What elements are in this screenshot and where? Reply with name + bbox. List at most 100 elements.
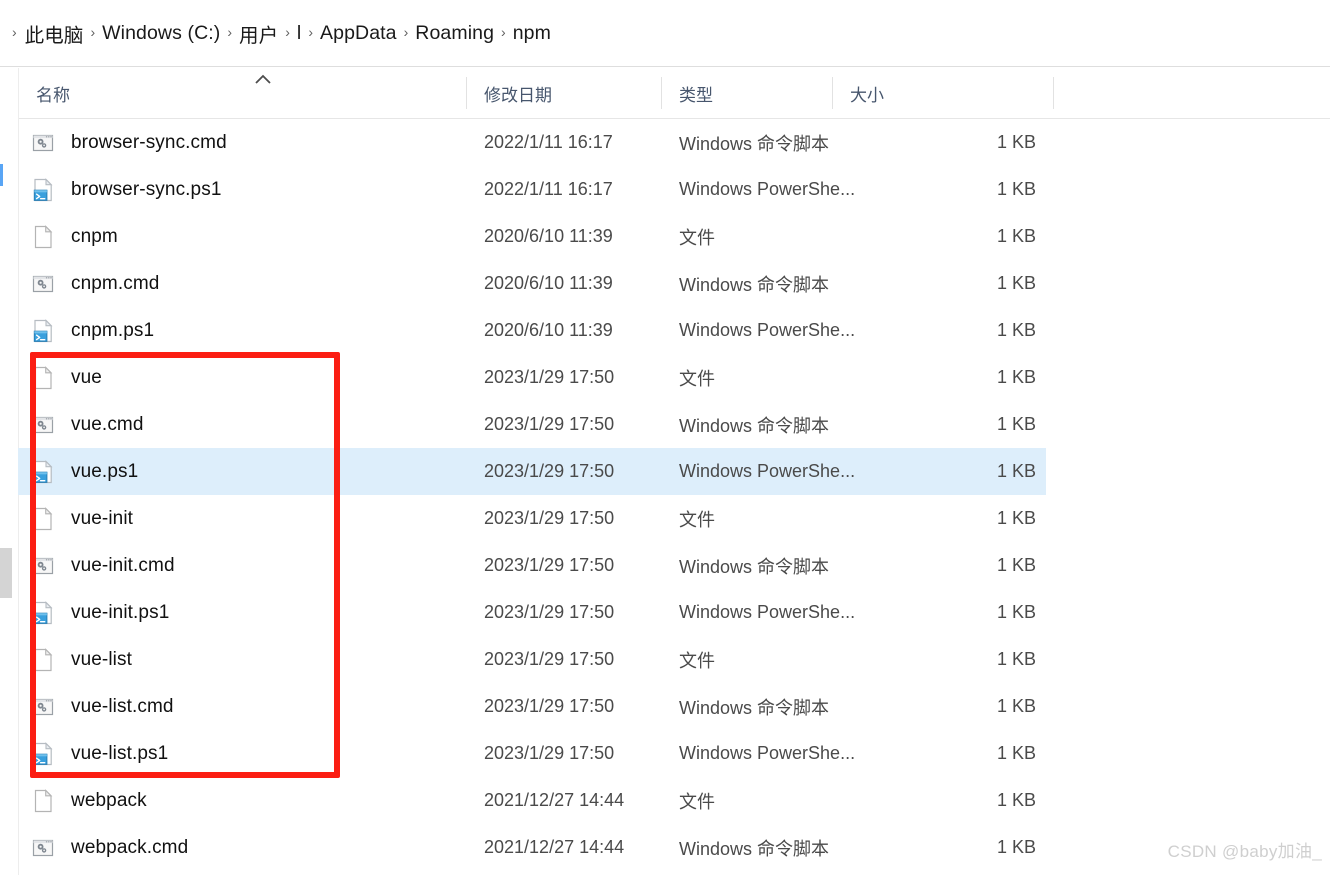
- nav-pane-selection-indicator: [0, 164, 3, 186]
- file-size-cell: 1 KB: [996, 414, 1036, 434]
- file-size-cell: 1 KB: [996, 696, 1036, 716]
- file-name-cell[interactable]: cnpm: [30, 213, 118, 260]
- column-header-name[interactable]: 名称: [18, 68, 466, 118]
- file-row[interactable]: vue.ps1 2023/1/29 17:50 Windows PowerShe..…: [18, 448, 1046, 495]
- powershell-script-icon: [30, 600, 56, 626]
- file-type-cell: Windows PowerShe...: [679, 602, 856, 622]
- file-type-cell: Windows 命令脚本: [679, 838, 830, 859]
- breadcrumb-item[interactable]: Roaming: [415, 22, 494, 45]
- generic-file-icon: [30, 506, 56, 532]
- file-row[interactable]: vue-list.ps1 2023/1/29 17:50 Windows Power…: [18, 730, 1046, 777]
- breadcrumb-item[interactable]: Windows (C:): [102, 22, 220, 45]
- column-header-type[interactable]: 类型: [661, 68, 832, 118]
- breadcrumb-item[interactable]: 此电脑: [25, 19, 84, 48]
- file-date-cell: 2020/6/10 11:39: [484, 273, 613, 293]
- file-date-cell: 2021/12/27 14:44: [484, 790, 625, 810]
- breadcrumb-item[interactable]: npm: [513, 22, 551, 45]
- file-name-cell[interactable]: cnpm.cmd: [30, 260, 159, 307]
- breadcrumb-separator[interactable]: ›: [494, 24, 513, 40]
- file-name-cell[interactable]: vue-init: [30, 495, 133, 542]
- column-header-size[interactable]: 大小: [832, 68, 1053, 118]
- file-name-label: vue-init: [71, 507, 134, 529]
- file-row[interactable]: vue-init.cmd 2023/1/29 17:50 Windows 命令脚本 1…: [18, 542, 1046, 589]
- file-date-cell: 2022/1/11 16:17: [484, 132, 613, 152]
- file-row[interactable]: browser-sync.ps1 2022/1/11 16:17 Windows P…: [18, 166, 1046, 213]
- column-header-date-modified[interactable]: 修改日期: [466, 68, 661, 118]
- column-header-date-label: 修改日期: [484, 85, 552, 105]
- file-name-cell[interactable]: browser-sync.ps1: [30, 166, 221, 213]
- file-name-label: vue-init.ps1: [71, 601, 170, 623]
- column-divider: [661, 77, 662, 109]
- file-name-cell[interactable]: vue-list.ps1: [30, 730, 168, 777]
- file-name-cell[interactable]: vue-init.ps1: [30, 589, 169, 636]
- column-divider: [466, 77, 467, 109]
- file-type-cell: Windows 命令脚本: [679, 133, 830, 154]
- file-row[interactable]: cnpm 2020/6/10 11:39 文件 1 KB: [18, 213, 1046, 260]
- file-list[interactable]: browser-sync.cmd 2022/1/11 16:17 Windows 命…: [18, 119, 1330, 875]
- cmd-script-icon: [30, 130, 56, 156]
- file-type-cell: Windows PowerShe...: [679, 320, 856, 340]
- file-row[interactable]: vue-init.ps1 2023/1/29 17:50 Windows Power…: [18, 589, 1046, 636]
- file-name-cell[interactable]: browser-sync.cmd: [30, 119, 227, 166]
- file-type-cell: 文件: [679, 368, 715, 389]
- file-name-cell[interactable]: vue-list: [30, 636, 132, 683]
- breadcrumb-item[interactable]: AppData: [320, 22, 397, 45]
- generic-file-icon: [30, 365, 56, 391]
- column-header-endcap: [1053, 68, 1054, 118]
- file-row[interactable]: cnpm.ps1 2020/6/10 11:39 Windows PowerShe.…: [18, 307, 1046, 354]
- file-date-cell: 2023/1/29 17:50: [484, 696, 615, 716]
- breadcrumb-separator[interactable]: ›: [278, 24, 297, 40]
- file-row[interactable]: vue-list 2023/1/29 17:50 文件 1 KB: [18, 636, 1046, 683]
- breadcrumb-separator[interactable]: ›: [83, 24, 102, 40]
- file-name-cell[interactable]: webpack: [30, 777, 147, 824]
- file-name-label: cnpm.ps1: [71, 319, 155, 341]
- file-name-cell[interactable]: vue-init.cmd: [30, 542, 175, 589]
- file-name-label: cnpm: [71, 225, 118, 247]
- file-name-cell[interactable]: vue.cmd: [30, 401, 144, 448]
- file-size-cell: 1 KB: [996, 743, 1036, 763]
- file-size-cell: 1 KB: [996, 790, 1036, 810]
- file-type-cell: 文件: [679, 509, 715, 530]
- cmd-script-icon: [30, 553, 56, 579]
- file-size-cell: 1 KB: [996, 602, 1036, 622]
- powershell-script-icon: [30, 459, 56, 485]
- breadcrumb-separator[interactable]: ›: [301, 24, 320, 40]
- generic-file-icon: [30, 647, 56, 673]
- file-size-cell: 1 KB: [996, 508, 1036, 528]
- powershell-script-icon: [30, 318, 56, 344]
- file-row[interactable]: webpack 2021/12/27 14:44 文件 1 KB: [18, 777, 1046, 824]
- file-type-cell: Windows 命令脚本: [679, 697, 830, 718]
- file-date-cell: 2021/12/27 14:44: [484, 837, 625, 857]
- file-size-cell: 1 KB: [996, 273, 1036, 293]
- breadcrumb-separator[interactable]: ›: [397, 24, 416, 40]
- file-type-cell: Windows 命令脚本: [679, 274, 830, 295]
- file-row[interactable]: cnpm.cmd 2020/6/10 11:39 Windows 命令脚本 1 KB: [18, 260, 1046, 307]
- file-name-label: vue-list.ps1: [71, 742, 169, 764]
- column-divider: [832, 77, 833, 109]
- file-row[interactable]: browser-sync.cmd 2022/1/11 16:17 Windows 命…: [18, 119, 1046, 166]
- file-row[interactable]: vue 2023/1/29 17:50 文件 1 KB: [18, 354, 1046, 401]
- file-name-label: cnpm.cmd: [71, 272, 160, 294]
- file-name-cell[interactable]: vue: [30, 354, 102, 401]
- file-row[interactable]: webpack.cmd 2021/12/27 14:44 Windows 命令脚本 1…: [18, 824, 1046, 871]
- file-row[interactable]: vue-list.cmd 2023/1/29 17:50 Windows 命令脚本 1…: [18, 683, 1046, 730]
- generic-file-icon: [30, 788, 56, 814]
- file-name-cell[interactable]: cnpm.ps1: [30, 307, 154, 354]
- nav-pane-scrollbar-thumb[interactable]: [0, 548, 12, 598]
- file-row[interactable]: vue.cmd 2023/1/29 17:50 Windows 命令脚本 1 KB: [18, 401, 1046, 448]
- file-name-label: vue.cmd: [71, 413, 144, 435]
- file-type-cell: Windows 命令脚本: [679, 415, 830, 436]
- file-type-cell: Windows PowerShe...: [679, 461, 856, 481]
- file-name-cell[interactable]: webpack.cmd: [30, 824, 188, 871]
- file-name-cell[interactable]: vue.ps1: [30, 448, 138, 495]
- breadcrumb-bar[interactable]: › 此电脑 › Windows (C:) › 用户 › l › AppData › Roaming › n…: [0, 0, 1330, 67]
- file-name-cell[interactable]: vue-list.cmd: [30, 683, 174, 730]
- file-date-cell: 2023/1/29 17:50: [484, 602, 615, 622]
- file-row[interactable]: vue-init 2023/1/29 17:50 文件 1 KB: [18, 495, 1046, 542]
- breadcrumb-item[interactable]: 用户: [239, 19, 278, 48]
- file-date-cell: 2023/1/29 17:50: [484, 555, 615, 575]
- cmd-script-icon: [30, 694, 56, 720]
- file-type-cell: Windows 命令脚本: [679, 556, 830, 577]
- file-date-cell: 2023/1/29 17:50: [484, 743, 615, 763]
- breadcrumb-separator[interactable]: ›: [220, 24, 239, 40]
